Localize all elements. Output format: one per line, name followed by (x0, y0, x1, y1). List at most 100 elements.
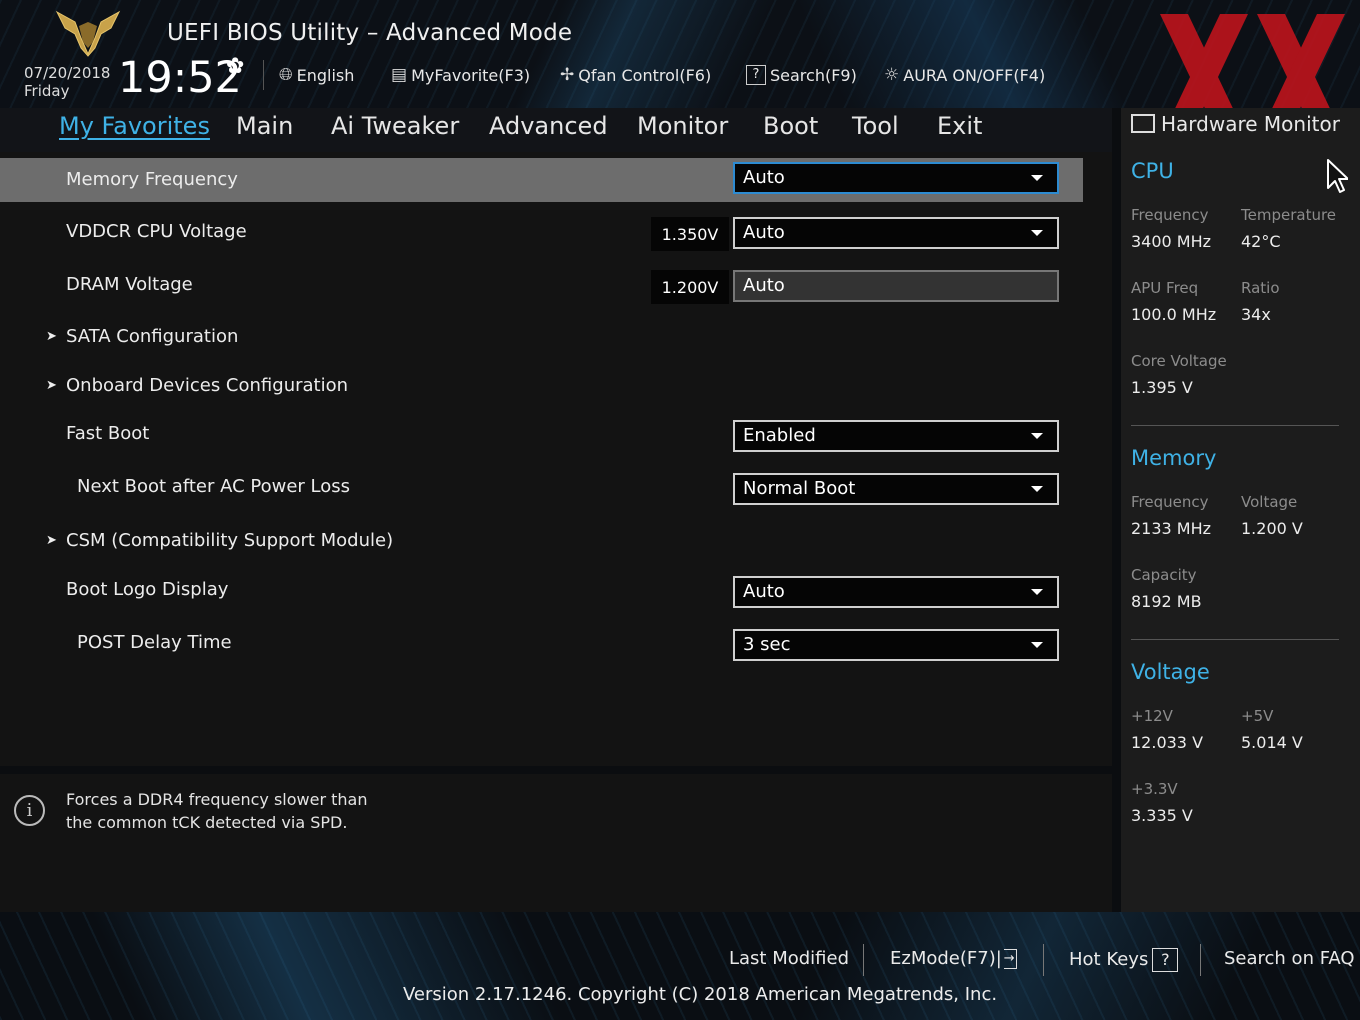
memory-voltage-value: 1.200 V (1241, 519, 1303, 538)
hardware-monitor-panel: Hardware Monitor CPU Frequency Temperatu… (1121, 108, 1360, 912)
tab-tool[interactable]: Tool (852, 112, 899, 140)
dropdown-value: Enabled (743, 425, 816, 446)
next-boot-dropdown[interactable]: Normal Boot (733, 473, 1059, 505)
v12-value: 12.033 V (1131, 733, 1204, 752)
tab-my-favorites[interactable]: My Favorites (59, 112, 210, 140)
submenu-csm[interactable]: ➤ CSM (Compatibility Support Module) (0, 519, 1112, 563)
setting-row-dram-voltage[interactable]: DRAM Voltage 1.200V Auto (0, 263, 1112, 307)
qfan-control-button[interactable]: ✢ Qfan Control(F6) (560, 62, 711, 88)
date-display: 07/20/2018 Friday (24, 64, 110, 100)
tab-exit[interactable]: Exit (937, 112, 982, 140)
settings-panel: Memory Frequency Auto VDDCR CPU Voltage … (0, 152, 1112, 766)
setting-label: DRAM Voltage (66, 274, 193, 295)
favorites-icon: ▤ (391, 65, 408, 85)
help-text: Forces a DDR4 frequency slower than the … (66, 788, 367, 834)
submenu-onboard-devices[interactable]: ➤ Onboard Devices Configuration (0, 364, 1112, 408)
submenu-sata-configuration[interactable]: ➤ SATA Configuration (0, 315, 1112, 359)
language-label: English (296, 65, 355, 85)
header-divider (263, 60, 264, 90)
setting-row-memory-frequency[interactable]: Memory Frequency Auto (0, 158, 1083, 202)
dropdown-value: 3 sec (743, 634, 791, 655)
memory-heading: Memory (1131, 446, 1217, 470)
apu-freq-label: APU Freq (1131, 279, 1199, 297)
myfavorite-label: MyFavorite(F3) (411, 65, 531, 85)
last-modified-button[interactable]: Last Modified (729, 948, 849, 969)
search-button[interactable]: ? Search(F9) (746, 62, 857, 88)
myfavorite-button[interactable]: ▤ MyFavorite(F3) (391, 62, 530, 88)
ezmode-label: EzMode(F7)| (890, 948, 1002, 969)
memory-frequency-dropdown[interactable]: Auto (733, 162, 1059, 194)
tab-main[interactable]: Main (236, 112, 293, 140)
hotkeys-label: Hot Keys (1069, 949, 1149, 970)
tab-ai-tweaker[interactable]: Ai Tweaker (331, 112, 459, 140)
dropdown-value: Auto (743, 581, 785, 602)
footer-divider (1043, 944, 1044, 976)
monitor-icon (1131, 114, 1155, 133)
aura-toggle-button[interactable]: ☼ AURA ON/OFF(F4) (884, 62, 1045, 88)
dropdown-value: Auto (743, 222, 785, 243)
hotkeys-button[interactable]: Hot Keys? (1069, 948, 1179, 972)
app-title: UEFI BIOS Utility – Advanced Mode (167, 20, 573, 46)
dropdown-value: Normal Boot (743, 478, 856, 499)
fan-icon: ✢ (560, 65, 575, 85)
ezmode-button[interactable]: EzMode(F7)| → (890, 948, 1017, 969)
ratio-label: Ratio (1241, 279, 1280, 297)
setting-label: Boot Logo Display (66, 579, 229, 600)
setting-label: Memory Frequency (66, 169, 238, 190)
vddcr-cpu-voltage-dropdown[interactable]: Auto (733, 217, 1059, 249)
v5-value: 5.014 V (1241, 733, 1303, 752)
chevron-right-icon: ➤ (46, 329, 57, 344)
setting-row-boot-logo[interactable]: Boot Logo Display Auto (0, 568, 1112, 612)
help-search-icon: ? (746, 65, 766, 85)
setting-row-vddcr-cpu-voltage[interactable]: VDDCR CPU Voltage 1.350V Auto (0, 210, 1112, 254)
help-panel: i Forces a DDR4 frequency slower than th… (0, 774, 1112, 912)
search-faq-button[interactable]: Search on FAQ (1224, 948, 1355, 969)
capacity-label: Capacity (1131, 566, 1197, 584)
memory-frequency-label: Frequency (1131, 493, 1209, 511)
setting-label: SATA Configuration (66, 326, 239, 347)
exit-arrow-icon: → (1003, 949, 1017, 969)
cpu-temperature-label: Temperature (1241, 206, 1337, 224)
input-value: Auto (743, 275, 785, 296)
chevron-down-icon (1031, 589, 1043, 595)
setting-row-fast-boot[interactable]: Fast Boot Enabled (0, 412, 1112, 456)
hardware-monitor-title: Hardware Monitor (1131, 112, 1340, 136)
globe-icon: 🌐︎ (279, 65, 293, 85)
setting-row-post-delay[interactable]: POST Delay Time 3 sec (0, 621, 1112, 665)
gear-icon[interactable]: ✿ (226, 54, 244, 79)
voltage-heading: Voltage (1131, 660, 1210, 684)
apu-freq-value: 100.0 MHz (1131, 305, 1217, 324)
divider (1131, 425, 1339, 426)
setting-row-next-boot[interactable]: Next Boot after AC Power Loss Normal Boo… (0, 465, 1112, 509)
tab-monitor[interactable]: Monitor (637, 112, 728, 140)
language-button[interactable]: 🌐︎ English (279, 62, 354, 88)
v33-value: 3.335 V (1131, 806, 1193, 825)
chevron-right-icon: ➤ (46, 533, 57, 548)
clock: 19:52 (118, 53, 242, 103)
cpu-temperature-value: 42°C (1241, 232, 1281, 251)
tab-boot[interactable]: Boot (763, 112, 818, 140)
tab-advanced[interactable]: Advanced (489, 112, 608, 140)
dram-voltage-input[interactable]: Auto (733, 270, 1059, 302)
current-voltage-value: 1.200V (651, 270, 729, 304)
cpu-heading: CPU (1131, 159, 1174, 183)
v5-label: +5V (1241, 707, 1274, 725)
core-voltage-value: 1.395 V (1131, 378, 1193, 397)
cpu-frequency-value: 3400 MHz (1131, 232, 1212, 251)
setting-label: VDDCR CPU Voltage (66, 221, 247, 242)
setting-label: POST Delay Time (77, 632, 232, 653)
mouse-cursor-icon (1327, 159, 1348, 193)
footer-divider (863, 944, 864, 976)
boot-logo-dropdown[interactable]: Auto (733, 576, 1059, 608)
v33-label: +3.3V (1131, 780, 1178, 798)
help-key-icon: ? (1152, 948, 1179, 972)
search-label: Search(F9) (770, 65, 857, 85)
capacity-value: 8192 MB (1131, 592, 1202, 611)
current-voltage-value: 1.350V (651, 217, 729, 251)
post-delay-dropdown[interactable]: 3 sec (733, 629, 1059, 661)
v12-label: +12V (1131, 707, 1173, 725)
dropdown-value: Auto (743, 167, 785, 188)
fast-boot-dropdown[interactable]: Enabled (733, 420, 1059, 452)
divider (1131, 639, 1339, 640)
hardware-monitor-label: Hardware Monitor (1161, 112, 1340, 136)
